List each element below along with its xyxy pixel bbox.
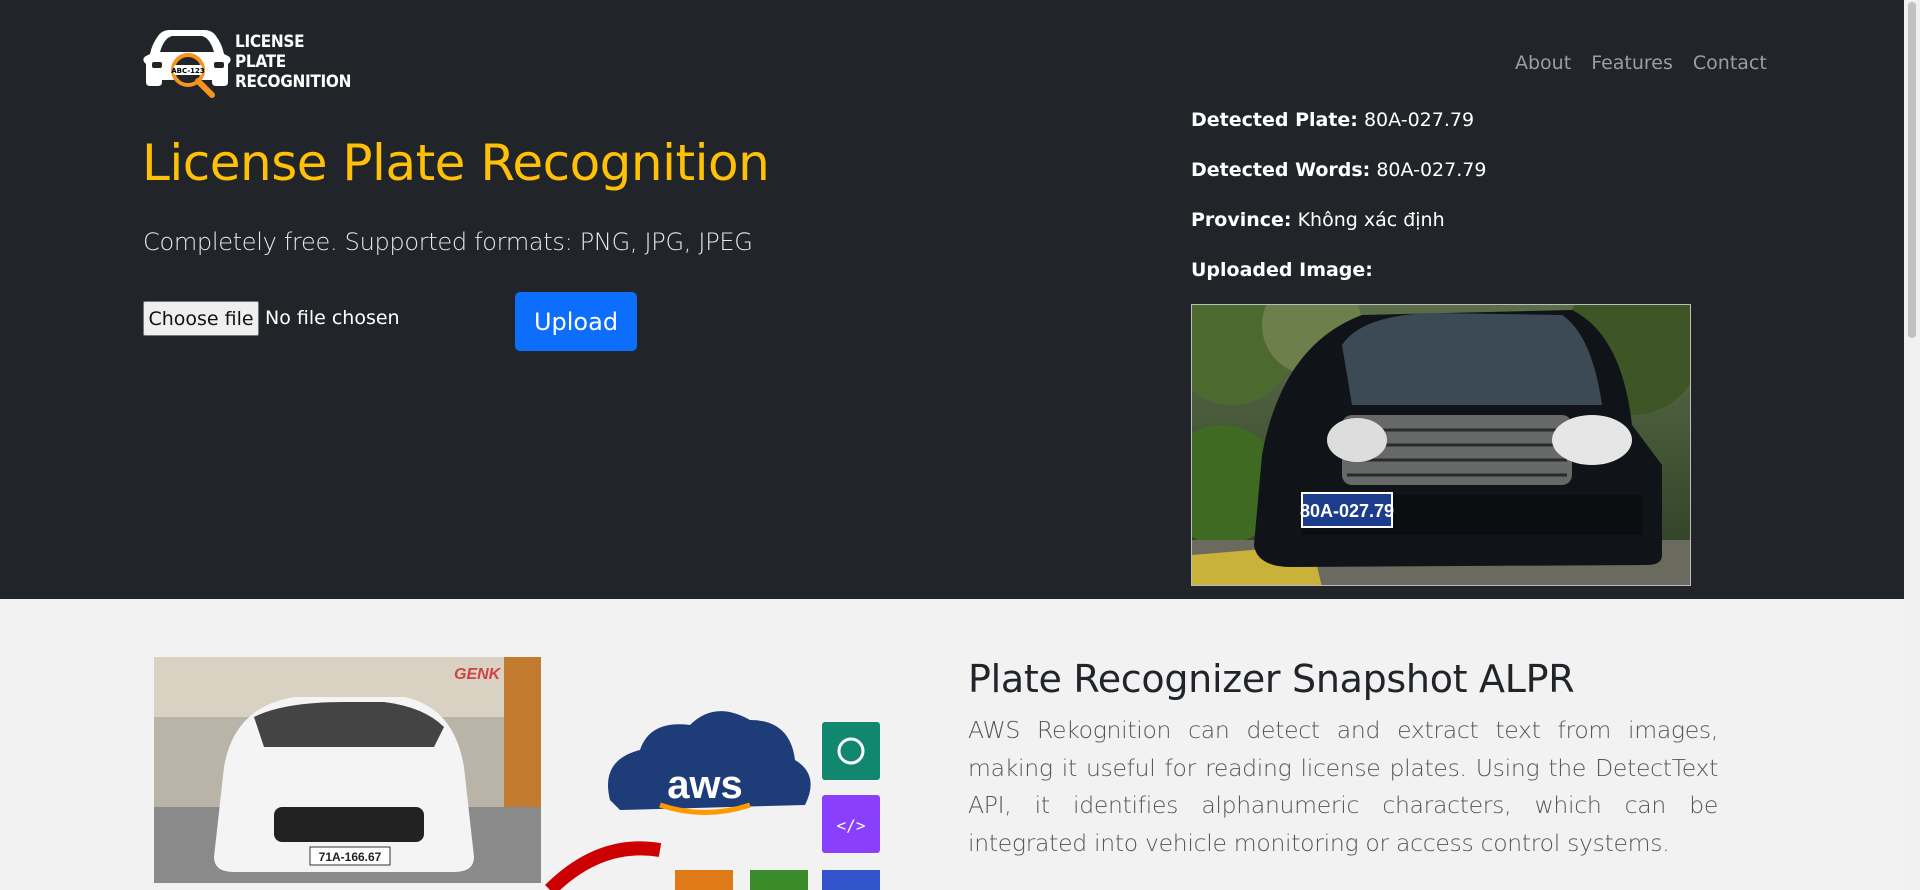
detected-plate: Detected Plate: 80A-027.79 <box>1191 109 1474 131</box>
upload-button[interactable]: Upload <box>515 292 637 351</box>
nav-about[interactable]: About <box>1515 52 1571 74</box>
main-nav: About Features Contact <box>1515 52 1767 74</box>
province-value: Không xác định <box>1297 209 1445 231</box>
page-title: License Plate Recognition <box>142 134 770 192</box>
logo[interactable]: ABC-123 LICENSE PLATE RECOGNITION <box>142 26 351 98</box>
province: Province: Không xác định <box>1191 209 1445 231</box>
detected-plate-value: 80A-027.79 <box>1363 109 1475 131</box>
detected-words-label: Detected Words: <box>1191 159 1371 181</box>
detected-plate-label: Detected Plate: <box>1191 109 1358 131</box>
svg-text:GENK: GENK <box>454 666 502 683</box>
feature-title: Plate Recognizer Snapshot ALPR <box>968 657 1575 701</box>
feature-description: AWS Rekognition can detect and extract t… <box>968 716 1718 857</box>
uploaded-car-image: 80A-027.79 <box>1191 304 1691 586</box>
nav-contact[interactable]: Contact <box>1693 52 1767 74</box>
hero-section: ABC-123 LICENSE PLATE RECOGNITION About … <box>0 0 1904 599</box>
file-status: No file chosen <box>265 307 400 329</box>
svg-text:71A-166.67: 71A-166.67 <box>319 850 382 864</box>
aws-illustration: aws </> <box>540 700 900 890</box>
logo-text: LICENSE PLATE RECOGNITION <box>235 32 352 92</box>
page-scrollbar[interactable] <box>1904 0 1920 890</box>
province-label: Province: <box>1191 209 1292 231</box>
uploaded-image-label: Uploaded Image: <box>1191 259 1373 281</box>
feature-car-image: 71A-166.67 GENK <box>154 657 541 883</box>
svg-text:80A-027.79: 80A-027.79 <box>1300 501 1394 521</box>
car-logo-icon: ABC-123 <box>143 30 231 98</box>
choose-file-button[interactable]: Choose file <box>143 301 259 336</box>
uploaded-image-heading: Uploaded Image: <box>1191 259 1373 281</box>
scrollbar-thumb[interactable] <box>1908 2 1916 338</box>
svg-text:ABC-123: ABC-123 <box>171 67 205 75</box>
svg-text:</>: </> <box>837 816 866 835</box>
detected-words-value: 80A-027.79 <box>1376 159 1487 181</box>
svg-text:aws: aws <box>667 763 743 807</box>
page-subtitle: Completely free. Supported formats: PNG,… <box>143 228 753 256</box>
nav-features[interactable]: Features <box>1591 52 1673 74</box>
rekognition-icon <box>822 722 880 780</box>
detected-words: Detected Words: 80A-027.79 <box>1191 159 1486 181</box>
